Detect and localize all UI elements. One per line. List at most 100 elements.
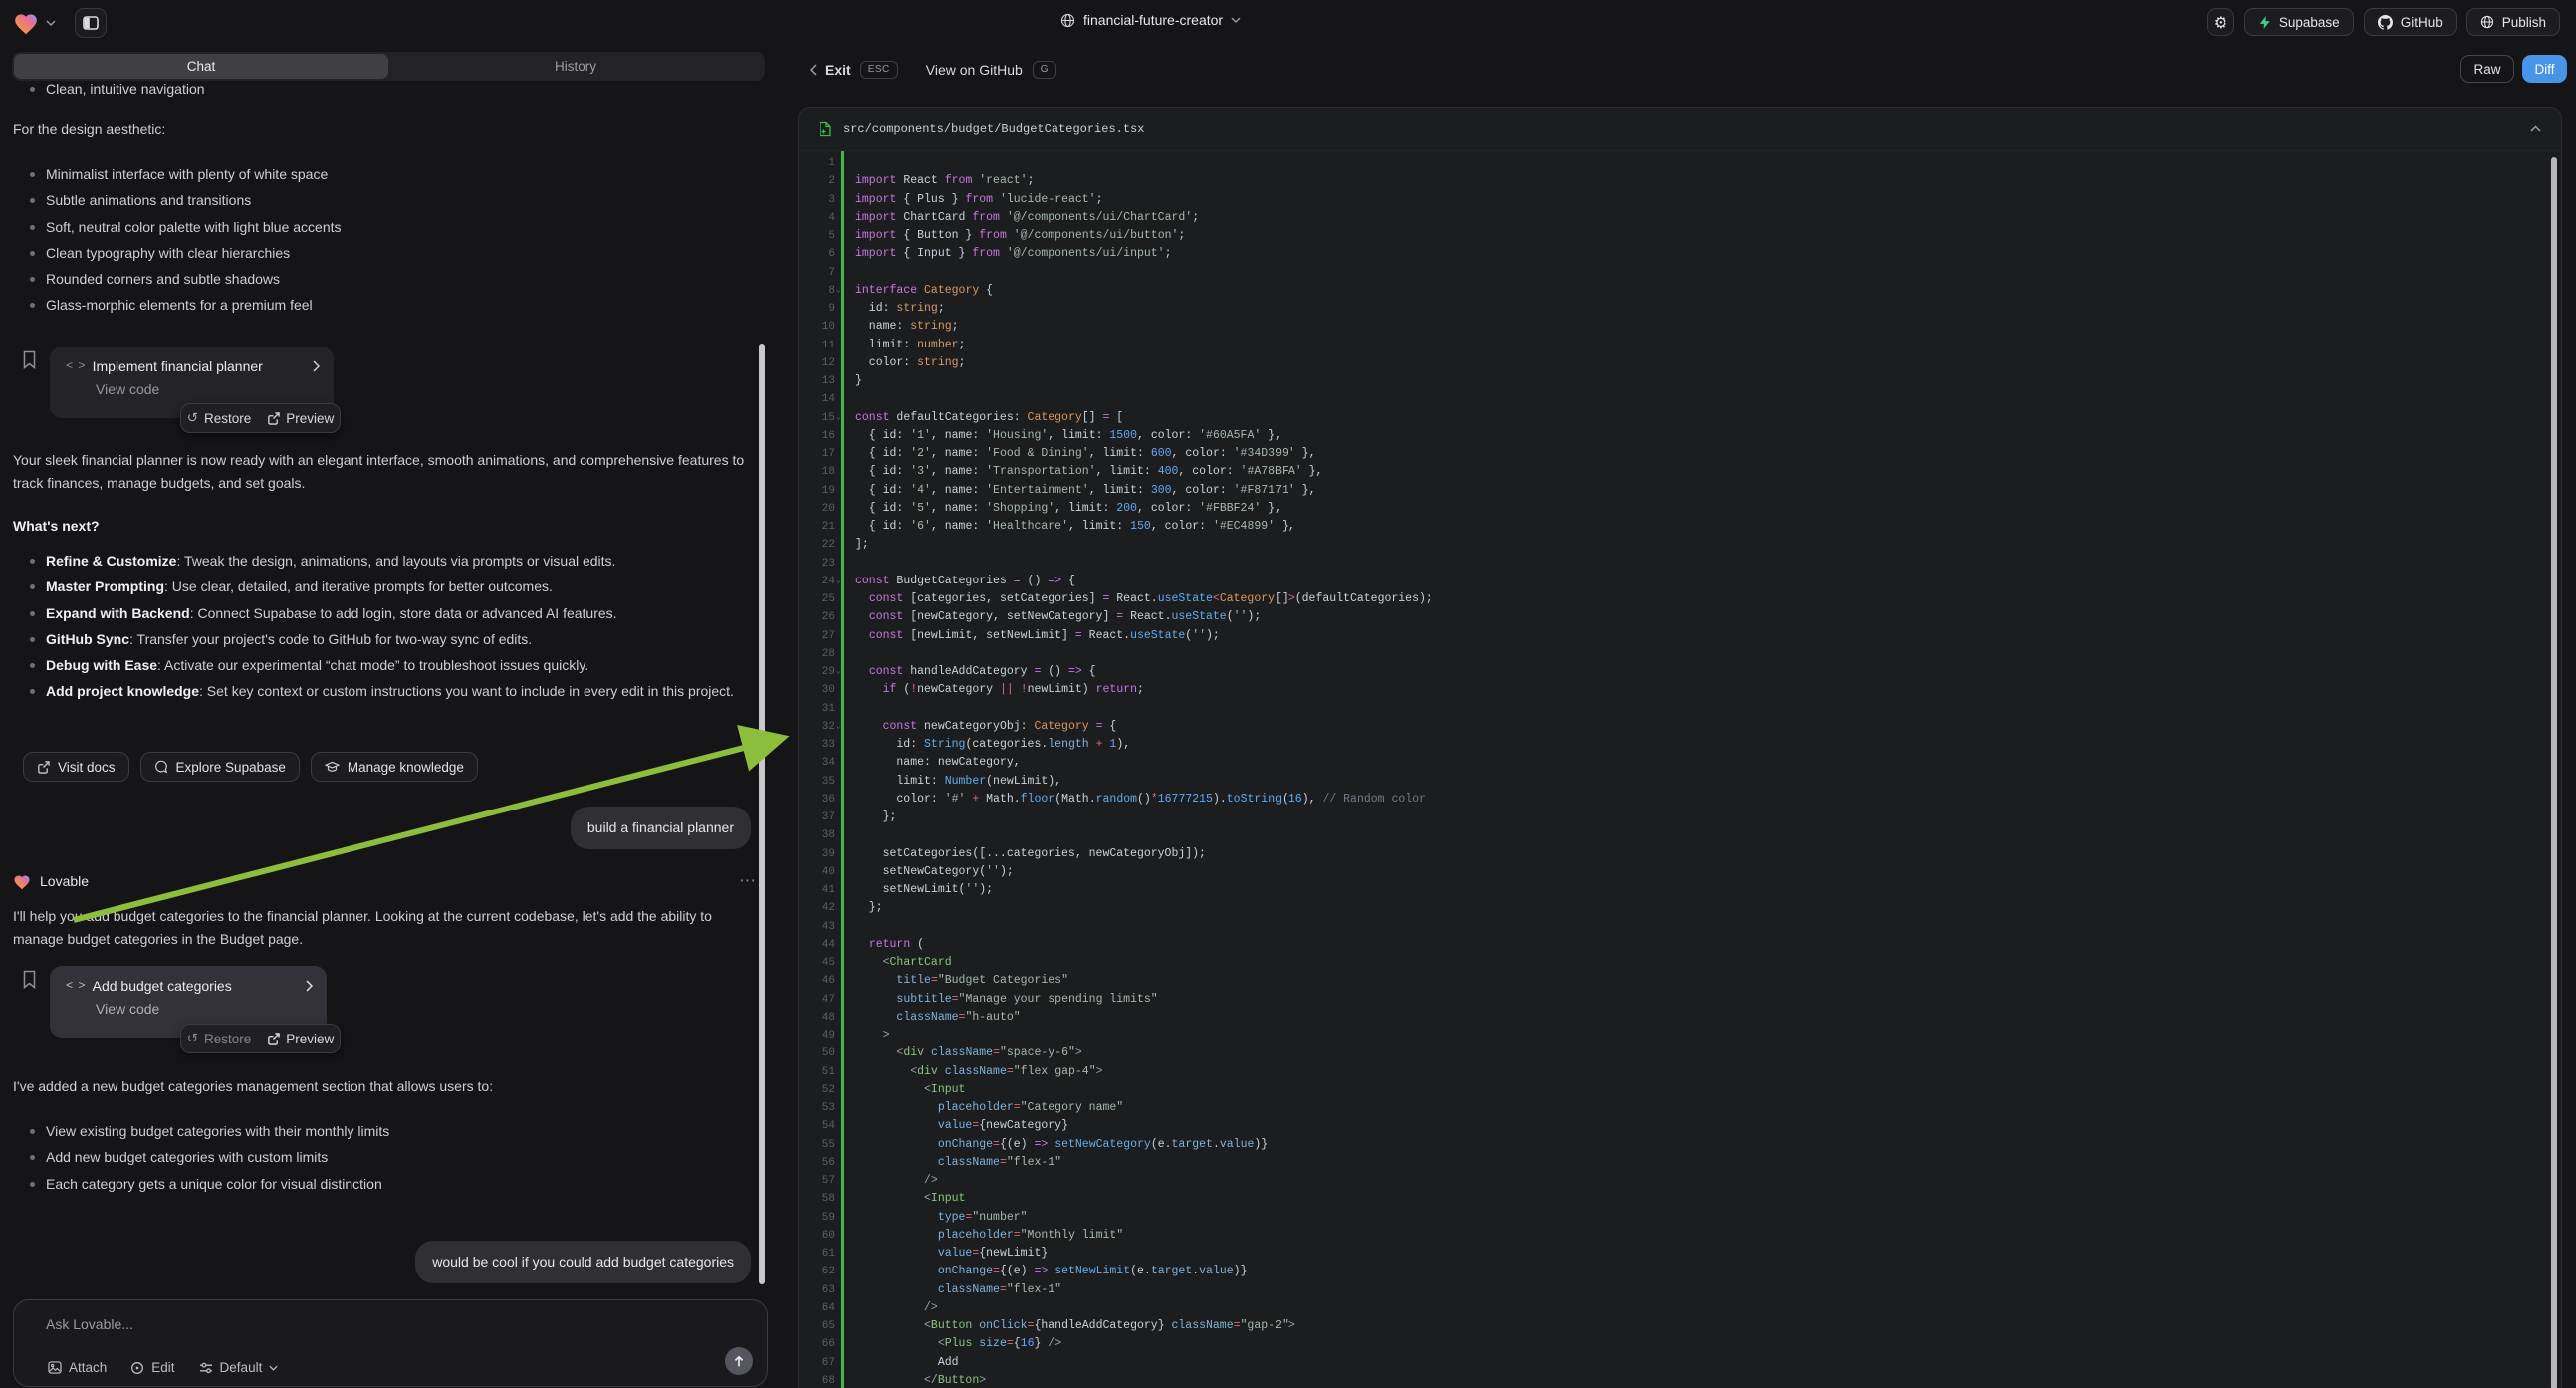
line-number[interactable]: 68	[799, 1372, 835, 1388]
line-number[interactable]: 7	[799, 264, 835, 282]
line-number[interactable]: 33	[799, 736, 835, 754]
line-number[interactable]: 25	[799, 590, 835, 608]
line-number[interactable]: 29⌄	[799, 663, 835, 681]
line-number[interactable]: 9	[799, 300, 835, 318]
fold-chevron-icon[interactable]: ⌄	[836, 287, 841, 295]
line-number[interactable]: 13	[799, 372, 835, 390]
attach-button[interactable]: Attach	[48, 1360, 107, 1375]
line-number[interactable]: 4	[799, 209, 835, 227]
line-number[interactable]: 38	[799, 826, 835, 844]
line-number[interactable]: 41	[799, 881, 835, 899]
supabase-button[interactable]: Supabase	[2244, 8, 2354, 36]
line-number[interactable]: 65	[799, 1317, 835, 1335]
line-number[interactable]: 45	[799, 954, 835, 972]
preview-button[interactable]: Preview	[267, 1032, 334, 1046]
chat-scrollbar[interactable]	[759, 344, 765, 1284]
line-number[interactable]: 47	[799, 991, 835, 1009]
view-on-github-button[interactable]: View on GitHub G	[926, 61, 1056, 79]
view-code-link[interactable]: View code	[96, 381, 320, 397]
line-number[interactable]: 11	[799, 337, 835, 354]
line-number[interactable]: 43	[799, 918, 835, 936]
send-button[interactable]	[725, 1347, 753, 1375]
line-number[interactable]: 67	[799, 1354, 835, 1372]
line-number[interactable]: 17	[799, 445, 835, 463]
line-number[interactable]: 44	[799, 936, 835, 954]
collapse-button[interactable]	[2530, 125, 2541, 132]
line-number[interactable]: 14	[799, 390, 835, 408]
exit-button[interactable]: Exit ESC	[810, 61, 898, 79]
settings-button[interactable]: ⚙	[2207, 8, 2234, 36]
line-number[interactable]: 1	[799, 154, 835, 172]
line-number[interactable]: 10	[799, 318, 835, 336]
fold-chevron-icon[interactable]: ⌄	[836, 414, 841, 422]
code-scrollbar[interactable]	[2551, 157, 2557, 1388]
line-number[interactable]: 49	[799, 1027, 835, 1044]
line-number[interactable]: 8⌄	[799, 282, 835, 300]
line-number[interactable]: 48	[799, 1009, 835, 1027]
github-button[interactable]: GitHub	[2364, 8, 2457, 36]
restore-button[interactable]: ↺ Restore	[187, 1031, 252, 1046]
line-number[interactable]: 46	[799, 972, 835, 990]
line-number[interactable]: 16	[799, 427, 835, 445]
line-number[interactable]: 64	[799, 1299, 835, 1317]
line-number[interactable]: 26	[799, 608, 835, 626]
line-number[interactable]: 19	[799, 482, 835, 500]
preview-button[interactable]: Preview	[267, 411, 334, 426]
line-number[interactable]: 60	[799, 1227, 835, 1245]
line-number[interactable]: 66	[799, 1335, 835, 1353]
line-number[interactable]: 53	[799, 1099, 835, 1117]
line-number[interactable]: 32⌄	[799, 718, 835, 736]
line-number[interactable]: 42	[799, 899, 835, 917]
line-number[interactable]: 57	[799, 1172, 835, 1190]
line-number[interactable]: 39	[799, 845, 835, 863]
lovable-logo-icon[interactable]	[13, 11, 39, 35]
line-number[interactable]: 58	[799, 1190, 835, 1208]
line-number[interactable]: 61	[799, 1245, 835, 1263]
line-number[interactable]: 22	[799, 536, 835, 554]
more-options-icon[interactable]: ⋯	[739, 871, 758, 891]
line-number[interactable]: 52	[799, 1081, 835, 1099]
line-number[interactable]: 30	[799, 681, 835, 699]
line-number[interactable]: 59	[799, 1209, 835, 1227]
line-number[interactable]: 15⌄	[799, 409, 835, 427]
bookmark-icon[interactable]	[22, 350, 37, 369]
fold-chevron-icon[interactable]: ⌄	[836, 723, 841, 731]
line-number[interactable]: 51	[799, 1063, 835, 1081]
line-number[interactable]: 56	[799, 1154, 835, 1172]
sidebar-toggle-button[interactable]	[75, 8, 107, 38]
fold-chevron-icon[interactable]: ⌄	[836, 578, 841, 585]
line-number[interactable]: 55	[799, 1136, 835, 1154]
line-number[interactable]: 31	[799, 700, 835, 718]
edit-button[interactable]: Edit	[130, 1360, 174, 1375]
restore-button[interactable]: ↺ Restore	[187, 410, 252, 426]
line-number[interactable]: 63	[799, 1281, 835, 1299]
bookmark-icon[interactable]	[22, 970, 37, 989]
chat-input[interactable]: Ask Lovable... Attach	[13, 1299, 768, 1387]
line-number[interactable]: 50	[799, 1044, 835, 1062]
line-number[interactable]: 28	[799, 645, 835, 663]
line-number[interactable]: 37	[799, 809, 835, 826]
fold-chevron-icon[interactable]: ⌄	[836, 668, 841, 676]
project-switcher[interactable]: financial-future-creator	[1060, 12, 1241, 28]
diff-button[interactable]: Diff	[2522, 55, 2567, 83]
line-number[interactable]: 12	[799, 354, 835, 372]
line-number[interactable]: 2	[799, 172, 835, 190]
line-number[interactable]: 23	[799, 555, 835, 573]
publish-button[interactable]: Publish	[2466, 8, 2560, 36]
line-number[interactable]: 62	[799, 1263, 835, 1280]
line-number[interactable]: 24⌄	[799, 573, 835, 590]
line-number[interactable]: 21	[799, 518, 835, 536]
raw-button[interactable]: Raw	[2460, 55, 2514, 83]
line-number[interactable]: 20	[799, 500, 835, 518]
line-number[interactable]: 35	[799, 773, 835, 791]
visit-docs-button[interactable]: Visit docs	[23, 752, 129, 782]
line-number[interactable]: 36	[799, 791, 835, 809]
line-number[interactable]: 6	[799, 245, 835, 263]
line-number[interactable]: 27	[799, 627, 835, 645]
line-number[interactable]: 40	[799, 863, 835, 881]
line-number[interactable]: 54	[799, 1117, 835, 1135]
workspace-chevron-down-icon[interactable]	[46, 20, 56, 26]
line-number[interactable]: 5	[799, 227, 835, 245]
line-number[interactable]: 34	[799, 754, 835, 772]
manage-knowledge-button[interactable]: Manage knowledge	[311, 752, 478, 782]
